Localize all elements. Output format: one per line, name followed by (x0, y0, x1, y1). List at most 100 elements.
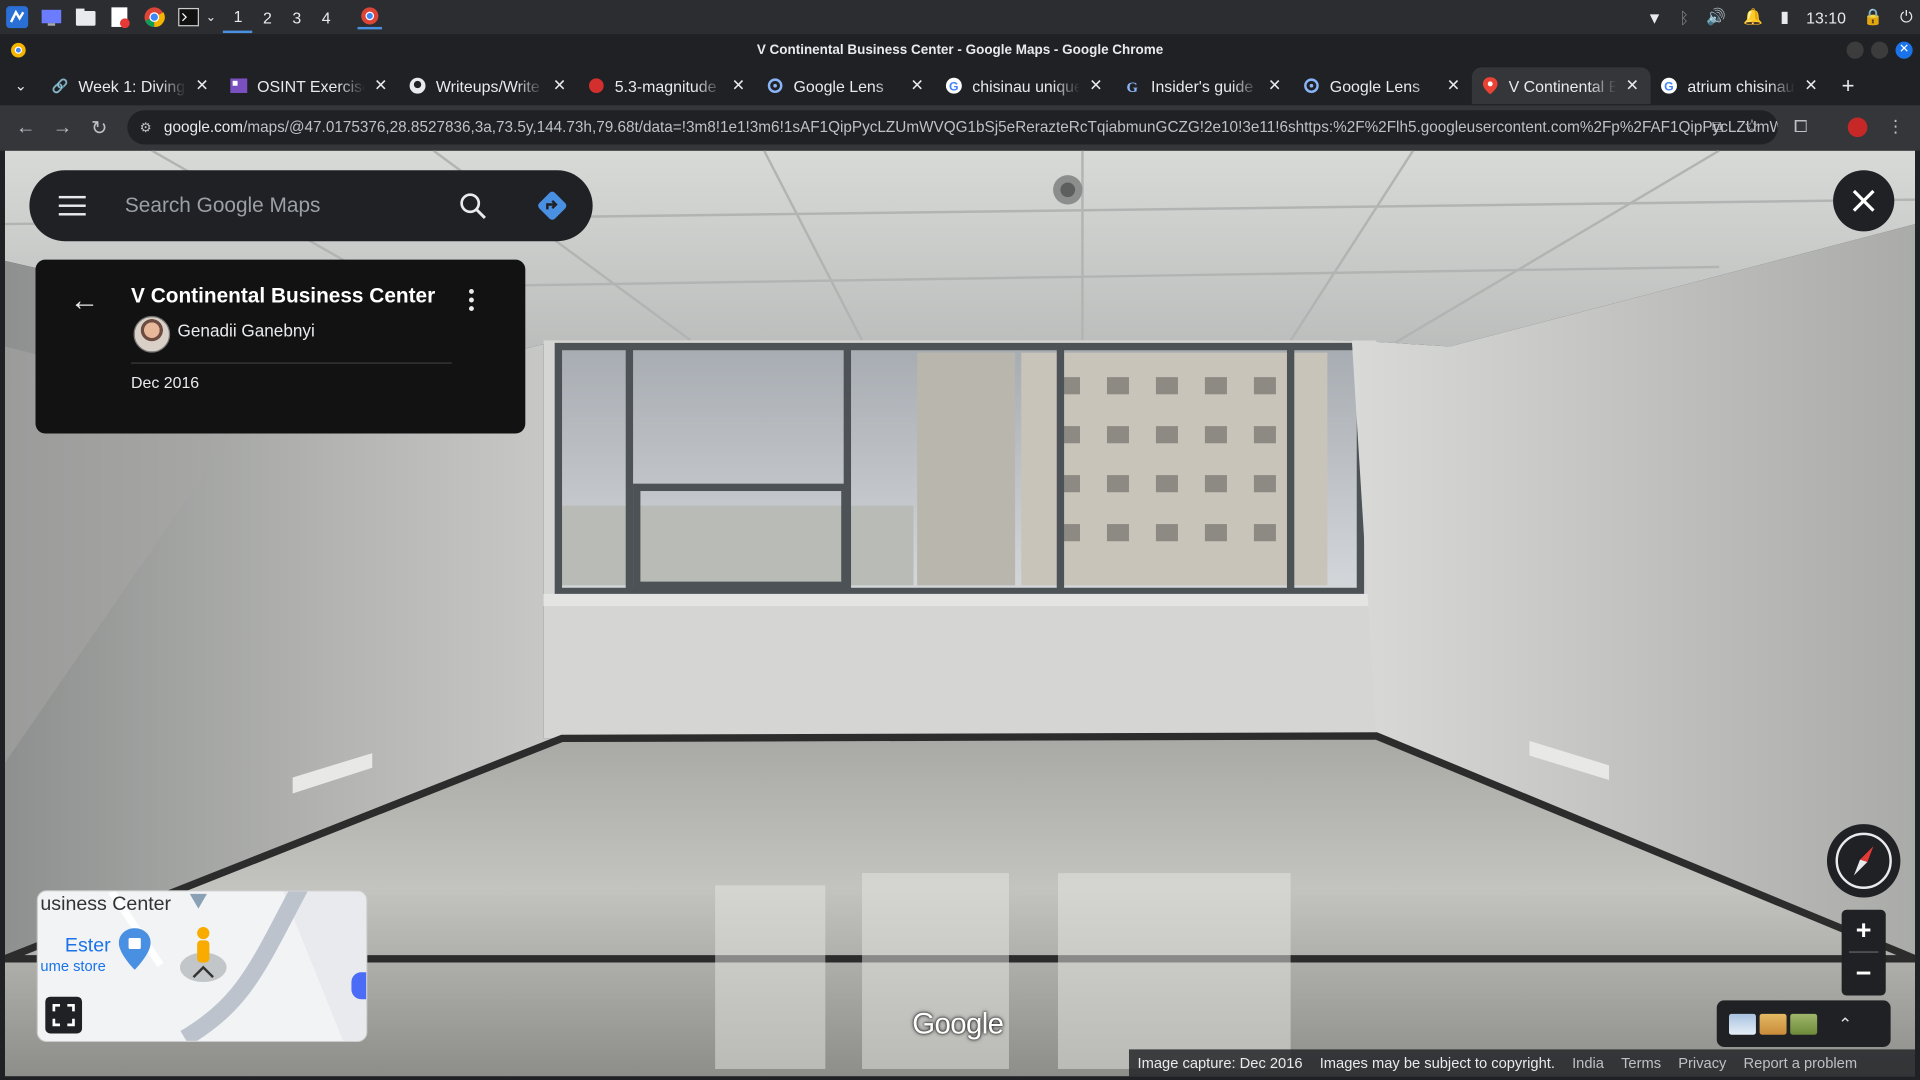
more-options-icon[interactable] (468, 288, 474, 312)
close-tab-icon[interactable]: ✕ (730, 76, 747, 96)
back-arrow-icon[interactable]: ← (7, 110, 44, 147)
close-tab-icon[interactable]: ✕ (1266, 76, 1283, 96)
file-manager-icon[interactable] (73, 5, 97, 29)
url-domain: google.com (163, 118, 244, 136)
tab-osint-exercise[interactable]: OSINT Exercise ✕ (220, 67, 399, 104)
reload-icon[interactable]: ↻ (81, 110, 118, 147)
tab-label: atrium chisinau (1687, 76, 1795, 95)
back-arrow-icon[interactable]: ← (70, 284, 99, 318)
close-tab-icon[interactable]: ✕ (1624, 76, 1641, 96)
workspace-3[interactable]: 3 (282, 1, 311, 33)
battery-icon[interactable]: ▮ (1780, 7, 1789, 27)
author-avatar[interactable] (133, 315, 171, 353)
extensions-icon[interactable]: ⧠ (1794, 116, 1808, 137)
install-app-icon[interactable]: ⧉ (1712, 118, 1723, 138)
country-link[interactable]: India (1563, 1054, 1612, 1071)
workspace-1[interactable]: 1 (223, 1, 253, 34)
close-tab-icon[interactable]: ✕ (1802, 76, 1819, 96)
tab-google-lens-2[interactable]: Google Lens ✕ (1293, 67, 1472, 104)
browser-toolbar: ← → ↻ ⚙ google.com/maps/@47.0175376,28.8… (0, 105, 1920, 151)
shopping-pin-icon[interactable] (118, 928, 151, 976)
address-bar[interactable]: ⚙ google.com/maps/@47.0175376,28.8527836… (127, 110, 1778, 145)
close-street-view-button[interactable] (1833, 170, 1895, 232)
bluetooth-icon[interactable]: ᛒ (1680, 8, 1690, 26)
tab-google-lens-1[interactable]: Google Lens ✕ (757, 67, 936, 104)
profile-avatar[interactable] (1847, 117, 1868, 138)
wifi-icon[interactable]: ▼ (1647, 8, 1663, 26)
lock-icon[interactable]: 🔒 (1863, 7, 1883, 27)
google-logo: Google (912, 1007, 1004, 1041)
lens-icon (1303, 77, 1320, 94)
report-problem-link[interactable]: Report a problem (1735, 1054, 1866, 1071)
close-tab-icon[interactable]: ✕ (1087, 76, 1104, 96)
site-settings-icon[interactable]: ⚙ (140, 119, 152, 136)
street-view-panorama[interactable]: ← V Continental Business Center Genadii … (4, 150, 1916, 1077)
tab-atrium-chisinau[interactable]: G atrium chisinau ✕ (1651, 67, 1830, 104)
tab-label: V Continental B (1508, 76, 1617, 95)
mini-map[interactable]: usiness Center Ester ume store (36, 890, 368, 1043)
tab-label: Week 1: Diving i (78, 76, 187, 95)
menu-hamburger-icon[interactable] (54, 191, 93, 220)
tab-week-1[interactable]: 🔗 Week 1: Diving i ✕ (42, 67, 221, 104)
maps-search-box (29, 170, 593, 242)
imagery-strip[interactable]: ⌃ (1716, 1000, 1891, 1047)
close-tab-icon[interactable]: ✕ (372, 76, 389, 96)
close-tab-icon[interactable]: ✕ (551, 76, 568, 96)
power-icon[interactable]: ⏻ (1900, 7, 1913, 27)
desktop-icon[interactable] (39, 5, 63, 29)
notification-bell-icon[interactable]: 🔔 (1743, 7, 1763, 27)
zoom-in-button[interactable]: + (1842, 910, 1886, 952)
clock[interactable]: 13:10 (1806, 8, 1846, 26)
close-window-button[interactable]: ✕ (1895, 41, 1913, 59)
bookmark-star-icon[interactable]: ☆ (1744, 115, 1760, 137)
layer-thumbnail[interactable] (1759, 1013, 1787, 1035)
news-icon (588, 77, 605, 94)
svg-text:G: G (949, 80, 959, 94)
compass-control[interactable] (1826, 824, 1901, 898)
window-title: V Continental Business Center - Google M… (0, 34, 1920, 67)
volume-icon[interactable]: 🔊 (1706, 7, 1726, 27)
layer-thumbnail[interactable] (1790, 1013, 1818, 1035)
tab-writeups[interactable]: Writeups/Write ✕ (399, 67, 578, 104)
search-input[interactable] (124, 191, 432, 221)
minimize-button[interactable] (1846, 41, 1864, 59)
chevron-up-icon[interactable]: ⌃ (1838, 1013, 1852, 1034)
terminal-icon[interactable] (176, 5, 200, 29)
tab-label: Google Lens (1329, 76, 1421, 95)
tab-insiders-guide[interactable]: G Insider's guide t ✕ (1114, 67, 1293, 104)
chevron-down-icon[interactable]: ⌄ (206, 10, 216, 23)
chrome-menu-icon[interactable]: ⋮ (1887, 116, 1904, 137)
layer-thumbnail[interactable] (1728, 1013, 1756, 1035)
close-tab-icon[interactable]: ✕ (193, 76, 210, 96)
tab-magnitude[interactable]: 5.3-magnitude ✕ (578, 67, 757, 104)
expand-map-button[interactable] (45, 996, 83, 1034)
tab-search-icon[interactable]: ⌄ (0, 77, 42, 94)
author-name[interactable]: Genadii Ganebnyi (178, 321, 315, 341)
chrome-window-icon[interactable] (358, 5, 383, 30)
system-tray: ▼ ᛒ 🔊 🔔 ▮ 13:10 🔒 ⏻ (1647, 0, 1913, 34)
pegman-icon[interactable] (179, 926, 233, 993)
place-title[interactable]: V Continental Business Center (131, 284, 435, 308)
workspace-4[interactable]: 4 (312, 1, 341, 33)
forward-arrow-icon[interactable]: → (44, 110, 81, 147)
maximize-button[interactable] (1871, 41, 1889, 59)
close-tab-icon[interactable]: ✕ (1445, 76, 1462, 96)
workspace-2[interactable]: 2 (253, 1, 282, 33)
text-editor-icon[interactable] (108, 5, 132, 29)
svg-text:G: G (1127, 80, 1139, 94)
tab-v-continental[interactable]: V Continental B ✕ (1471, 67, 1651, 105)
privacy-link[interactable]: Privacy (1670, 1054, 1735, 1071)
terms-link[interactable]: Terms (1613, 1054, 1670, 1071)
directions-icon[interactable] (534, 187, 571, 230)
app-launcher-icon[interactable] (5, 5, 29, 29)
chrome-icon[interactable] (142, 5, 166, 29)
zoom-out-button[interactable]: − (1842, 953, 1886, 995)
link-icon: 🔗 (51, 78, 69, 94)
new-tab-button[interactable]: + (1842, 73, 1855, 99)
close-tab-icon[interactable]: ✕ (909, 76, 926, 96)
lens-icon (767, 77, 784, 94)
tab-chisinau-unique[interactable]: G chisinau unique ✕ (936, 67, 1115, 104)
map-pin-icon[interactable] (351, 972, 367, 1000)
capture-date[interactable]: Dec 2016 (131, 373, 199, 391)
search-icon[interactable] (458, 191, 487, 227)
